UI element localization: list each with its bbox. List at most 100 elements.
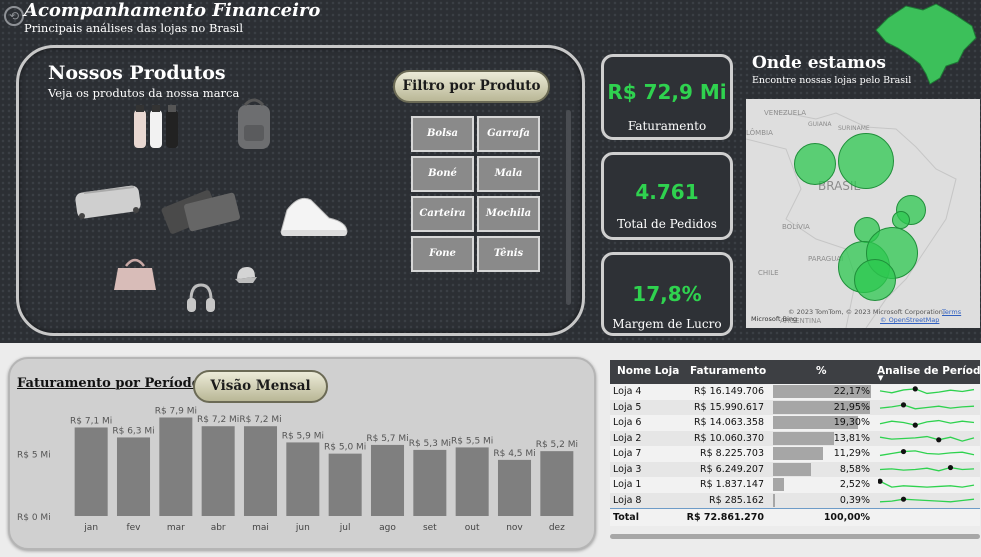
bone-image [235, 267, 257, 283]
kpi-faturamento-label: Faturamento [627, 119, 707, 133]
sparkline-marker [912, 422, 918, 428]
bar-mar[interactable] [159, 417, 193, 516]
store-bubble[interactable] [838, 133, 894, 189]
cell-faturamento: R$ 285.162 [709, 494, 764, 506]
fone-image [187, 283, 215, 312]
sparkline-marker [936, 436, 942, 442]
bar-data-label: R$ 5,7 Mi [366, 434, 408, 444]
bar-jun[interactable] [286, 442, 320, 516]
product-filter-title: Filtro por Produto [393, 70, 550, 103]
bar-data-label: R$ 7,2 Mi [197, 415, 239, 425]
filter-bone-button[interactable]: Boné [411, 156, 474, 192]
x-tick-label: abr [211, 523, 226, 533]
table-row[interactable]: Loja 8 R$ 285.162 0,39% [610, 492, 980, 508]
col-analise-periodo[interactable]: Analise de Período [877, 365, 981, 377]
cell-loja: Loja 4 [613, 386, 642, 397]
bolsa-image [114, 258, 156, 290]
total-label: Total [613, 512, 639, 523]
sort-desc-icon[interactable]: ▼ [878, 374, 883, 382]
app-title: Acompanhamento Financeiro [24, 0, 321, 21]
cell-percent: 21,95% [833, 401, 870, 413]
table-row[interactable]: Loja 3 R$ 6.249.207 8,58% [610, 461, 980, 477]
cell-percent: 11,29% [833, 448, 870, 459]
sparkline [879, 496, 975, 502]
sparkline-marker [947, 464, 954, 470]
filter-carteira-button[interactable]: Carteira [411, 196, 474, 232]
cell-loja: Loja 1 [613, 479, 642, 490]
bar-jul[interactable] [328, 453, 362, 516]
carteira-image [161, 190, 240, 234]
bar-data-label: R$ 7,1 Mi [70, 416, 112, 426]
period-chart-title: Faturamento por Período [17, 376, 201, 391]
total-faturamento: R$ 72.861.270 [686, 512, 764, 523]
map-terms-link[interactable]: Terms [942, 308, 961, 316]
garrafas-image [134, 105, 178, 148]
map-label-chile: CHILE [758, 269, 779, 277]
x-tick-label: mai [252, 523, 269, 533]
cell-percent: 22,17% [833, 386, 870, 397]
sparkline [879, 401, 975, 409]
map-subtitle: Encontre nossas lojas pelo Brasil [752, 75, 912, 86]
total-percent: 100,00% [823, 512, 870, 523]
cell-loja: Loja 3 [613, 463, 642, 475]
table-row[interactable]: Loja 6 R$ 14.063.358 19,30% [610, 415, 980, 431]
bar-data-label: R$ 5,2 Mi [536, 440, 578, 450]
x-tick-label: jan [83, 523, 98, 533]
filter-mala-button[interactable]: Mala [477, 156, 540, 192]
store-map[interactable]: VENEZUELA GUIANA SURINAME LÔMBIA BRASIL … [746, 99, 980, 328]
filter-bolsa-button[interactable]: Bolsa [411, 116, 474, 152]
bar-set[interactable] [413, 449, 447, 516]
products-scrollbar[interactable] [566, 110, 571, 305]
filter-fone-button[interactable]: Fone [411, 236, 474, 272]
kpi-pedidos-card: 4.761 Total de Pedidos [601, 152, 733, 240]
cell-percent: 8,58% [839, 463, 870, 475]
x-tick-label: mar [167, 523, 185, 533]
bar-mai[interactable] [243, 426, 278, 516]
x-tick-label: jul [339, 523, 351, 533]
table-scrollbar[interactable] [610, 534, 980, 539]
sparkline-line [879, 466, 975, 471]
col-nome-loja[interactable]: Nome Loja [617, 365, 679, 377]
cell-faturamento: R$ 8.225.703 [699, 448, 764, 459]
cell-loja: Loja 7 [613, 448, 642, 459]
bar-out[interactable] [455, 447, 489, 516]
store-bubble[interactable] [794, 143, 836, 185]
store-bubble[interactable] [854, 259, 896, 301]
x-tick-label: set [423, 523, 437, 533]
mala-image [75, 185, 141, 219]
bar-fev[interactable] [116, 437, 151, 516]
bar-ago[interactable] [370, 444, 405, 516]
app-subtitle: Principais análises das lojas no Brasil [24, 21, 244, 35]
cell-percent: 0,39% [839, 494, 870, 506]
table-row[interactable]: Loja 5 R$ 15.990.617 21,95% [610, 399, 980, 415]
filter-garrafa-button[interactable]: Garrafa [477, 116, 540, 152]
table-row[interactable]: Loja 4 R$ 16.149.706 22,17% [610, 384, 980, 400]
map-label-guiana: GUIANA [808, 121, 832, 128]
bar-jan[interactable] [74, 427, 108, 516]
cell-percent: 19,30% [833, 417, 870, 428]
filter-mochila-button[interactable]: Mochila [477, 196, 540, 232]
sparkline-marker [900, 496, 907, 502]
map-label-bolivia: BOLÍVIA [782, 223, 810, 231]
table-row[interactable]: Loja 2 R$ 10.060.370 13,81% [610, 430, 980, 446]
filter-tenis-button[interactable]: Tênis [477, 236, 540, 272]
y-tick-label: R$ 5 Mi [17, 451, 51, 461]
col-percent[interactable]: % [816, 365, 827, 377]
cell-loja: Loja 2 [613, 432, 642, 444]
table-row[interactable]: Loja 7 R$ 8.225.703 11,29% [610, 446, 980, 462]
back-arrow-icon[interactable]: ⟲ [4, 6, 24, 26]
col-faturamento[interactable]: Faturamento [690, 365, 766, 377]
table-body: Loja 4 R$ 16.149.706 22,17% Loja 5 R$ 15.990… [610, 384, 980, 508]
bar-dez[interactable] [540, 451, 574, 516]
sparkline-line [879, 419, 975, 426]
monthly-view-button[interactable]: Visão Mensal [193, 370, 328, 403]
map-osm-link[interactable]: © OpenStreetMap [880, 316, 939, 324]
bar-data-label: R$ 5,3 Mi [409, 439, 451, 449]
table-row[interactable]: Loja 1 R$ 1.837.147 2,52% [610, 477, 980, 493]
bar-abr[interactable] [201, 426, 235, 516]
x-tick-label: nov [506, 523, 523, 533]
sparkline-marker [900, 448, 907, 455]
bar-data-label: R$ 6,3 Mi [112, 426, 154, 436]
products-title: Nossos Produtos [48, 62, 226, 84]
bar-nov[interactable] [497, 459, 532, 516]
